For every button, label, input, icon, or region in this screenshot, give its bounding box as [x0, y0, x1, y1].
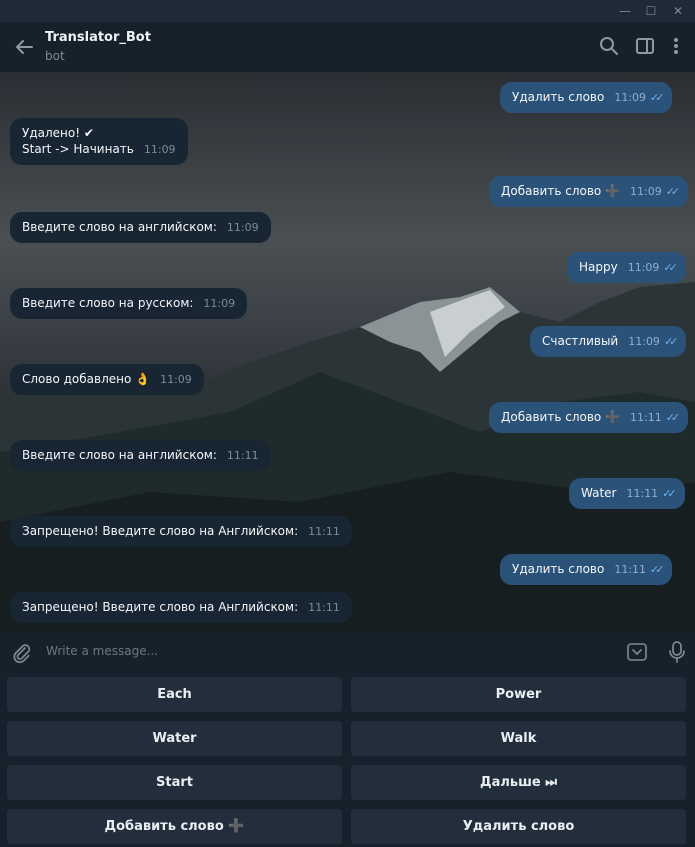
keyboard-button-next[interactable]: Дальше ⏭: [351, 765, 686, 800]
keyboard-button-add-word[interactable]: Добавить слово ➕: [7, 809, 342, 844]
minimize-icon[interactable]: —: [617, 3, 633, 19]
keyboard-button-walk[interactable]: Walk: [351, 721, 686, 756]
message-time: 11:09: [614, 91, 647, 104]
message-text: Добавить слово ➕: [501, 184, 620, 198]
message-text: Запрещено! Введите слово на Английском:: [22, 600, 299, 614]
message-text: Happy: [579, 260, 618, 274]
message-time: 11:09: [226, 221, 259, 234]
message-time: 11:09: [630, 185, 662, 198]
message-incoming[interactable]: Удалено! ✔ Start -> Начинать 11:09: [10, 118, 188, 165]
message-outgoing[interactable]: Удалить слово 11:09 ✓✓: [500, 82, 673, 113]
maximize-icon[interactable]: ☐: [643, 3, 659, 19]
message-time: 11:09: [143, 143, 176, 156]
more-menu-icon[interactable]: [665, 35, 687, 57]
message-text: Удалить слово: [512, 90, 605, 104]
keyboard-button-power[interactable]: Power: [351, 677, 686, 712]
keyboard-button-each[interactable]: Each: [7, 677, 342, 712]
message-time: 11:11: [614, 563, 647, 576]
chat-header: Translator_Bot bot: [0, 22, 695, 73]
message-time: 11:11: [226, 449, 259, 462]
message-text: Запрещено! Введите слово на Английском:: [22, 524, 299, 538]
message-outgoing[interactable]: Счастливый 11:09 ✓✓: [530, 326, 687, 357]
message-time: 11:11: [308, 525, 340, 538]
message-text: Введите слово на русском:: [22, 296, 194, 310]
message-time: 11:09: [203, 297, 236, 310]
message-outgoing[interactable]: Удалить слово 11:11 ✓✓: [500, 554, 673, 585]
bot-keyboard-toggle-icon[interactable]: [626, 641, 648, 663]
message-outgoing[interactable]: Water 11:11 ✓✓: [569, 478, 685, 509]
keyboard-button-start[interactable]: Start: [7, 765, 342, 800]
message-incoming[interactable]: Введите слово на русском: 11:09: [10, 288, 248, 319]
message-text: Введите слово на английском:: [22, 448, 217, 462]
keyboard-button-water[interactable]: Water: [7, 721, 342, 756]
message-time: 11:11: [308, 601, 340, 614]
read-checks-icon: ✓✓: [665, 185, 681, 198]
read-checks-icon: ✓✓: [662, 487, 677, 500]
message-text: Введите слово на английском:: [22, 220, 217, 234]
chat-area[interactable]: Удалить слово 11:09 ✓✓ Удалено! ✔ Start ->…: [0, 72, 695, 631]
message-text: Счастливый: [542, 334, 619, 348]
message-incoming[interactable]: Слово добавлено 👌 11:09: [10, 364, 204, 395]
message-text: Слово добавлено 👌: [22, 372, 151, 386]
attach-icon[interactable]: [10, 641, 32, 663]
message-text: Water: [581, 486, 617, 500]
read-checks-icon: ✓✓: [650, 563, 665, 576]
close-icon[interactable]: ✕: [670, 3, 686, 19]
read-checks-icon: ✓✓: [663, 335, 679, 348]
read-checks-icon: ✓✓: [650, 91, 665, 104]
message-text: Start -> Начинать: [22, 142, 134, 156]
message-incoming[interactable]: Запрещено! Введите слово на Английском: 1…: [10, 592, 352, 623]
sidebar-toggle-icon[interactable]: [634, 35, 656, 57]
message-incoming[interactable]: Запрещено! Введите слово на Английском: 1…: [10, 516, 352, 547]
bot-reply-keyboard: Each Power Water Walk Start Дальше ⏭ Доб…: [0, 673, 695, 847]
chat-subtitle: bot: [45, 49, 65, 63]
message-incoming[interactable]: Введите слово на английском: 11:09: [10, 212, 271, 243]
message-text: Добавить слово ➕: [501, 410, 620, 424]
message-outgoing[interactable]: Happy 11:09 ✓✓: [567, 252, 686, 283]
message-time: 11:09: [628, 335, 660, 348]
message-text: Удалить слово: [512, 562, 605, 576]
read-checks-icon: ✓✓: [663, 261, 678, 274]
message-time: 11:11: [630, 411, 662, 424]
message-input[interactable]: Write a message...: [46, 644, 158, 658]
keyboard-button-delete-word[interactable]: Удалить слово: [351, 809, 686, 844]
search-icon[interactable]: [598, 35, 620, 57]
message-outgoing[interactable]: Добавить слово ➕ 11:09 ✓✓: [489, 176, 689, 207]
message-incoming[interactable]: Введите слово на английском: 11:11: [10, 440, 271, 471]
message-input-bar: Write a message...: [0, 631, 695, 673]
message-outgoing[interactable]: Добавить слово ➕ 11:11 ✓✓: [489, 402, 689, 433]
message-text: Удалено! ✔: [22, 126, 94, 140]
microphone-icon[interactable]: [666, 640, 688, 664]
message-time: 11:11: [626, 487, 659, 500]
read-checks-icon: ✓✓: [665, 411, 681, 424]
message-time: 11:09: [160, 373, 192, 386]
message-time: 11:09: [627, 261, 660, 274]
chat-title[interactable]: Translator_Bot: [45, 30, 151, 45]
back-arrow-icon[interactable]: [12, 35, 36, 59]
window-titlebar: — ☐ ✕: [0, 0, 695, 22]
